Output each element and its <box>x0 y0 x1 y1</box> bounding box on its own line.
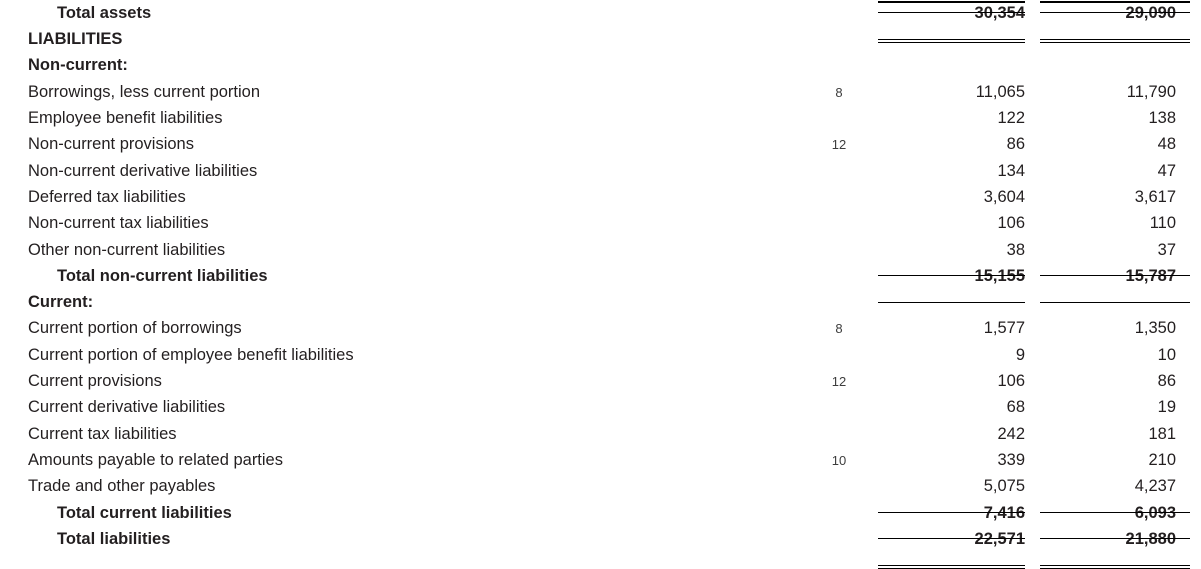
amount-prior-period: 138 <box>1148 109 1176 128</box>
amount-current-period: 30,354 <box>974 3 1025 22</box>
row-label: Current portion of employee benefit liab… <box>28 345 354 364</box>
table-row: Non-current: <box>0 53 1201 79</box>
rule-below-col2 <box>1040 564 1190 569</box>
table-row: Total non-current liabilities 15,155 15,78… <box>0 263 1201 303</box>
table-row: Current portion of borrowings 8 1,577 1,350 <box>0 316 1201 342</box>
amount-current-period: 7,416 <box>983 503 1025 522</box>
table-row: Total assets 30,354 29,090 <box>0 0 1201 44</box>
amount-prior-period: 181 <box>1148 424 1176 443</box>
amount-prior-period: 15,787 <box>1125 266 1176 285</box>
amount-current-period: 134 <box>997 161 1025 180</box>
row-label: Non-current tax liabilities <box>28 214 209 233</box>
note-reference: 12 <box>831 137 847 153</box>
amount-current-period: 106 <box>997 214 1025 233</box>
row-label: Trade and other payables <box>28 477 216 496</box>
row-label: Deferred tax liabilities <box>28 187 186 206</box>
amount-current-period: 86 <box>1006 135 1025 154</box>
row-label: Current derivative liabilities <box>28 398 226 417</box>
table-row: Trade and other payables 5,075 4,237 <box>0 473 1201 499</box>
row-label: LIABILITIES <box>28 30 123 49</box>
row-label: Non-current: <box>28 56 128 75</box>
amount-prior-period: 1,350 <box>1134 319 1176 338</box>
amount-prior-period: 21,880 <box>1125 529 1176 548</box>
amount-current-period: 3,604 <box>983 187 1025 206</box>
row-label: Employee benefit liabilities <box>28 109 223 128</box>
row-label: Total current liabilities <box>57 503 232 522</box>
row-label: Borrowings, less current portion <box>28 82 261 101</box>
table-row: Current portion of employee benefit liab… <box>0 342 1201 368</box>
amount-prior-period: 47 <box>1157 161 1176 180</box>
amount-current-period: 11,065 <box>975 82 1025 101</box>
table-row: Borrowings, less current portion 8 11,065 1… <box>0 79 1201 105</box>
table-row: Non-current tax liabilities 106 110 <box>0 210 1201 236</box>
amount-current-period: 339 <box>997 450 1025 469</box>
amount-prior-period: 37 <box>1157 240 1176 259</box>
row-label: Total assets <box>57 3 152 22</box>
amount-current-period: 5,075 <box>983 477 1025 496</box>
table-row: Non-current provisions 12 86 48 <box>0 131 1201 157</box>
amount-prior-period: 29,090 <box>1125 3 1176 22</box>
table-row: Total liabilities 22,571 21,880 <box>0 526 1201 569</box>
note-reference: 10 <box>831 452 847 468</box>
row-label: Amounts payable to related parties <box>28 450 283 469</box>
amount-current-period: 122 <box>997 109 1025 128</box>
row-label: Total non-current liabilities <box>57 266 268 285</box>
amount-prior-period: 6,093 <box>1134 503 1176 522</box>
amount-current-period: 15,155 <box>974 266 1025 285</box>
amount-current-period: 1,577 <box>983 319 1025 338</box>
row-label: Current tax liabilities <box>28 424 177 443</box>
amount-prior-period: 3,617 <box>1134 187 1176 206</box>
rule-below-col1 <box>878 564 1025 569</box>
amount-prior-period: 110 <box>1149 214 1176 233</box>
row-label: Non-current provisions <box>28 135 194 154</box>
amount-current-period: 68 <box>1006 398 1025 417</box>
amount-current-period: 9 <box>1015 345 1025 364</box>
note-reference: 12 <box>831 373 847 389</box>
row-label: Non-current derivative liabilities <box>28 161 258 180</box>
amount-current-period: 242 <box>997 424 1025 443</box>
amount-prior-period: 48 <box>1157 135 1176 154</box>
table-body: Total assets 30,354 29,090 LIABILITIES Non-c… <box>0 0 1201 569</box>
amount-current-period: 38 <box>1006 240 1025 259</box>
row-label: Total liabilities <box>57 529 171 548</box>
row-label: Current: <box>28 293 94 312</box>
row-label: Current portion of borrowings <box>28 319 242 338</box>
table-row: Other non-current liabilities 38 37 <box>0 237 1201 263</box>
amount-prior-period: 4,237 <box>1134 477 1176 496</box>
note-reference: 8 <box>835 321 843 337</box>
amount-prior-period: 86 <box>1157 372 1176 391</box>
amount-prior-period: 11,790 <box>1126 82 1176 101</box>
table-row: Current tax liabilities 242 181 <box>0 421 1201 447</box>
table-row: Amounts payable to related parties 10 339 2… <box>0 447 1201 473</box>
row-label: Current provisions <box>28 372 162 391</box>
amount-prior-period: 210 <box>1148 450 1176 469</box>
table-row: LIABILITIES <box>0 26 1201 52</box>
table-row: Total current liabilities 7,416 6,093 <box>0 500 1201 526</box>
amount-current-period: 106 <box>997 372 1025 391</box>
amount-prior-period: 19 <box>1157 398 1176 417</box>
table-row: Current derivative liabilities 68 19 <box>0 394 1201 420</box>
table-row: Current: <box>0 289 1201 315</box>
table-row: Employee benefit liabilities 122 138 <box>0 105 1201 131</box>
amount-current-period: 22,571 <box>974 529 1025 548</box>
note-reference: 8 <box>835 84 843 100</box>
table-row: Current provisions 12 106 86 <box>0 368 1201 394</box>
table-row: Non-current derivative liabilities 134 47 <box>0 158 1201 184</box>
amount-prior-period: 10 <box>1157 345 1176 364</box>
row-label: Other non-current liabilities <box>28 240 226 259</box>
balance-sheet-liabilities-table: Total assets 30,354 29,090 LIABILITIES Non-c… <box>0 0 1201 569</box>
table-row: Deferred tax liabilities 3,604 3,617 <box>0 184 1201 210</box>
